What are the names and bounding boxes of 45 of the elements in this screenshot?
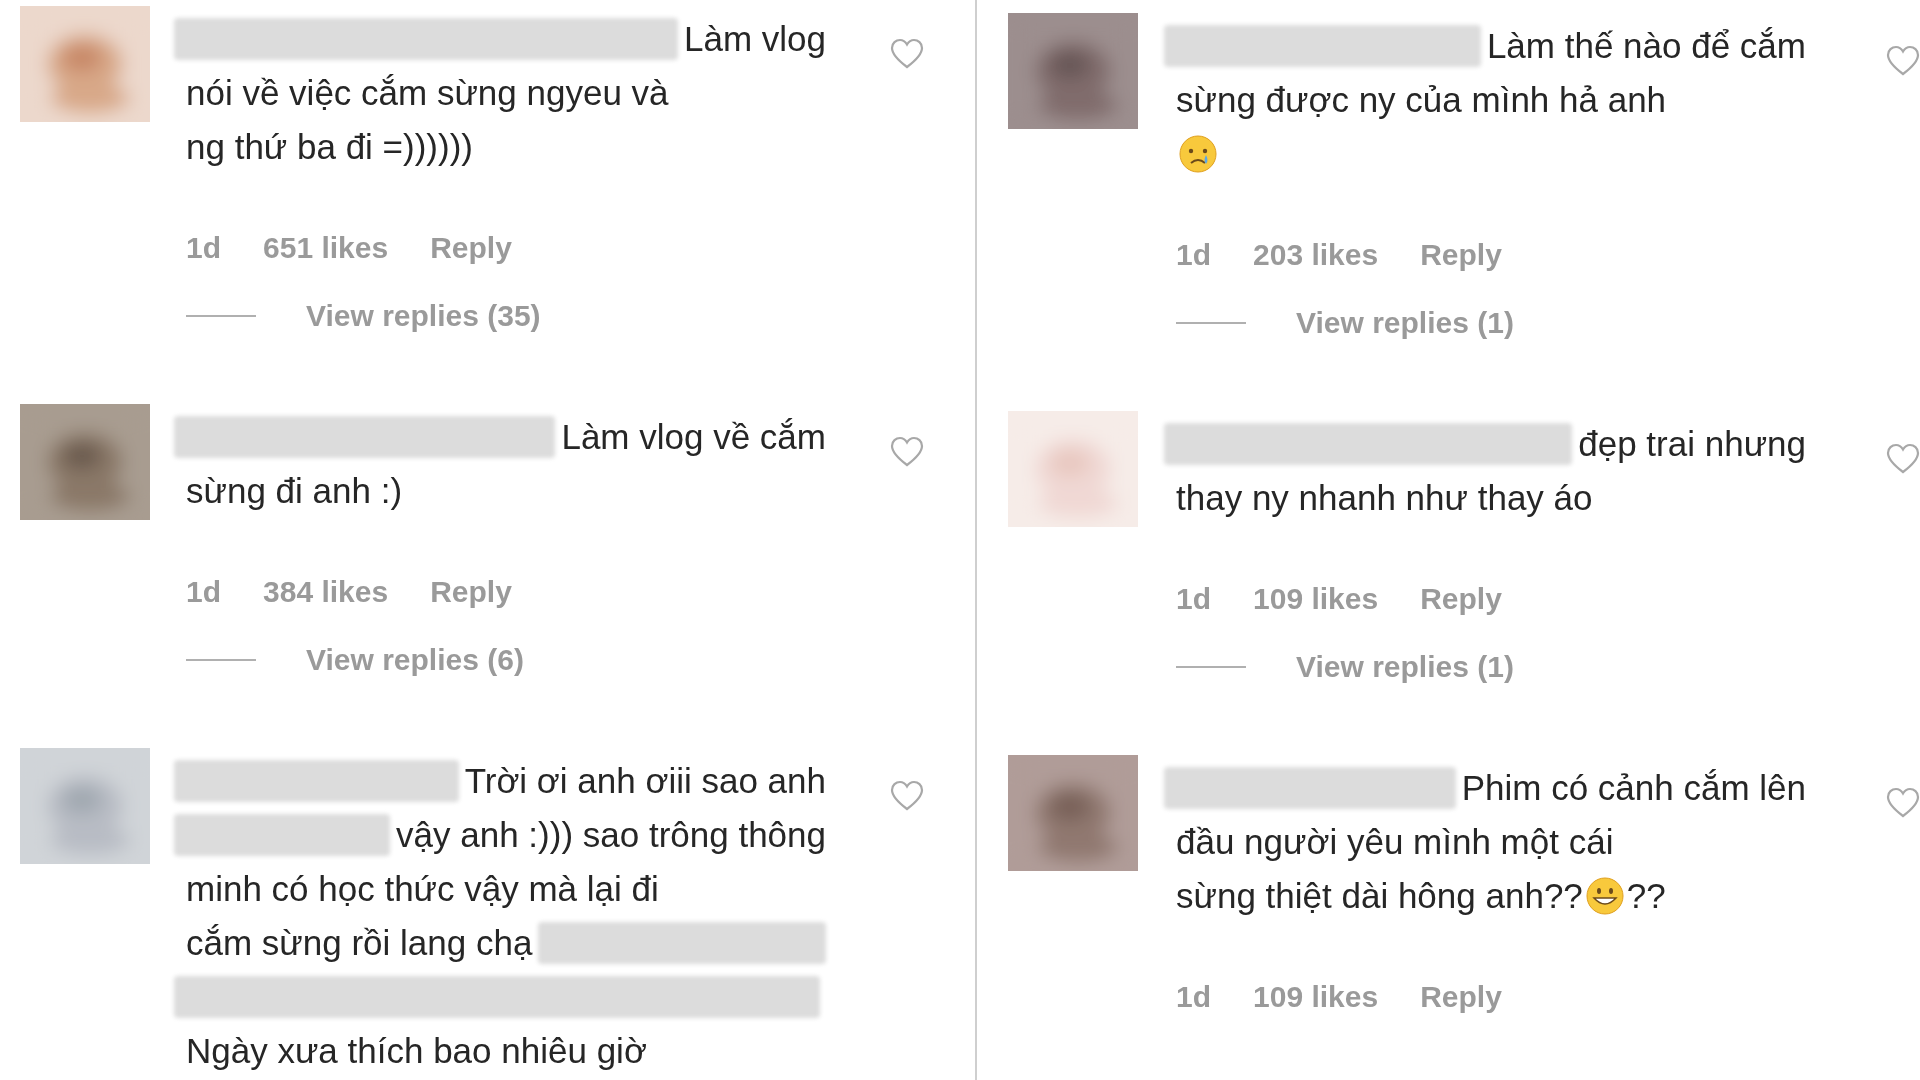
like-heart-icon[interactable] bbox=[1886, 45, 1920, 76]
crying-face-icon bbox=[1178, 134, 1218, 174]
reply-link[interactable]: Reply bbox=[1420, 238, 1502, 272]
reply-link[interactable]: Reply bbox=[1420, 582, 1502, 616]
comment-text: Làm vlog bbox=[683, 18, 826, 60]
reply-link[interactable]: Reply bbox=[430, 575, 512, 609]
comment-text: đầu người yêu mình một cái bbox=[1176, 821, 1614, 863]
like-heart-icon[interactable] bbox=[890, 436, 924, 467]
comment-text: Làm thế nào để cắm bbox=[1486, 25, 1806, 67]
comment-text: Làm vlog về cắm bbox=[561, 416, 826, 458]
comment-text: thay ny nhanh như thay áo bbox=[1176, 477, 1593, 519]
comment-time: 1d bbox=[186, 575, 221, 609]
reply-link[interactable]: Reply bbox=[1420, 980, 1502, 1014]
view-replies-link[interactable]: View replies (1) bbox=[1296, 650, 1514, 684]
comment-text: vậy anh :))) sao trông thông bbox=[396, 814, 826, 856]
comment-text: nói về việc cắm sừng ngyeu và bbox=[186, 72, 669, 114]
comment-time: 1d bbox=[1176, 980, 1211, 1014]
comment-text: sừng đi anh :) bbox=[186, 470, 403, 512]
comment-time: 1d bbox=[186, 231, 221, 265]
view-replies-link[interactable]: View replies (35) bbox=[306, 299, 541, 333]
comment-time: 1d bbox=[1176, 238, 1211, 272]
comment-text: sừng thiệt dài hông anh?? bbox=[1176, 875, 1583, 917]
like-count[interactable]: 651 likes bbox=[263, 231, 389, 265]
like-count[interactable]: 384 likes bbox=[263, 575, 389, 609]
view-replies-link[interactable]: View replies (1) bbox=[1296, 306, 1514, 340]
comment-text: ?? bbox=[1626, 875, 1666, 917]
comment-text: Phim có cảnh cắm lên bbox=[1461, 767, 1806, 809]
reply-link[interactable]: Reply bbox=[430, 231, 512, 265]
like-count[interactable]: 109 likes bbox=[1253, 980, 1379, 1014]
grinning-face-icon bbox=[1584, 876, 1625, 916]
comment-text: ng thứ ba đi =)))))) bbox=[186, 126, 473, 168]
comment-text: cắm sừng rồi lang chạ bbox=[186, 922, 533, 964]
comment-text: đẹp trai nhưng bbox=[1578, 423, 1806, 465]
like-heart-icon[interactable] bbox=[1886, 787, 1920, 818]
like-count[interactable]: 109 likes bbox=[1253, 582, 1379, 616]
comment-text: Trời ơi anh ơiii sao anh bbox=[464, 760, 826, 802]
comment-text: Ngày xưa thích bao nhiêu giờ bbox=[186, 1030, 647, 1072]
like-count[interactable]: 203 likes bbox=[1253, 238, 1379, 272]
like-heart-icon[interactable] bbox=[1886, 443, 1920, 474]
view-replies-link[interactable]: View replies (6) bbox=[306, 643, 524, 677]
comment-text: sừng được ny của mình hả anh bbox=[1176, 79, 1667, 121]
comment-text: minh có học thức vậy mà lại đi bbox=[186, 868, 659, 910]
like-heart-icon[interactable] bbox=[890, 780, 924, 811]
like-heart-icon[interactable] bbox=[890, 38, 924, 69]
comment-time: 1d bbox=[1176, 582, 1211, 616]
